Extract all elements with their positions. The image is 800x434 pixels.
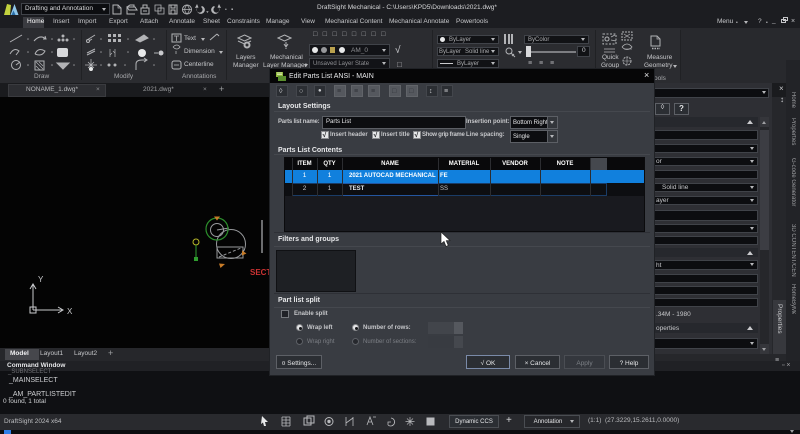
svg-text:Y: Y [38, 275, 44, 284]
svg-text:X: X [67, 307, 73, 316]
